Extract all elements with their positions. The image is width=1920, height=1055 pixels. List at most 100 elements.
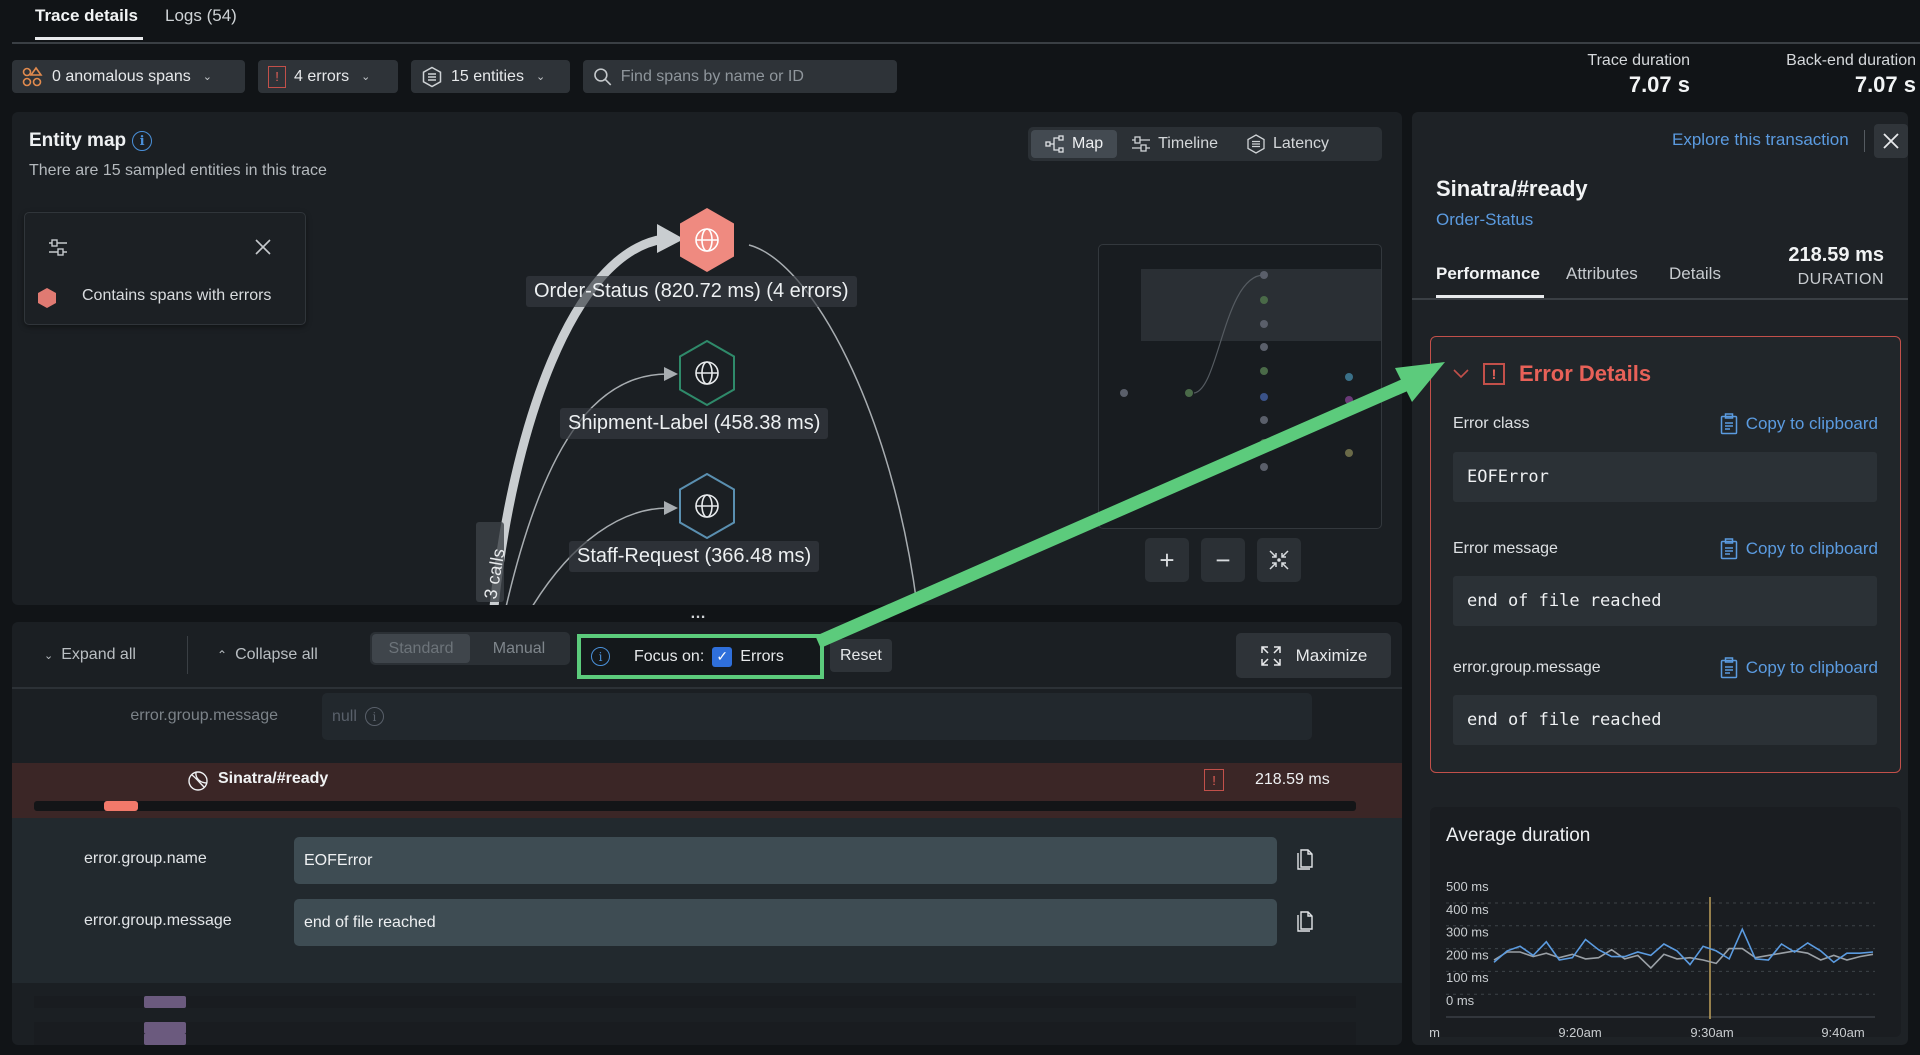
toolbar-divider bbox=[187, 636, 188, 674]
attribute-row-dimmed: error.group.message null i bbox=[12, 689, 1402, 744]
average-duration-title: Average duration bbox=[1446, 825, 1591, 846]
minimap[interactable] bbox=[1098, 244, 1382, 529]
errors-checkbox[interactable]: ✓ bbox=[712, 646, 733, 667]
collapse-all-button[interactable]: ⌃ Collapse all bbox=[217, 646, 318, 664]
info-icon[interactable]: i bbox=[364, 707, 384, 726]
zoom-in-button[interactable]: + bbox=[1145, 538, 1189, 582]
clipboard-icon bbox=[1720, 538, 1737, 560]
attribute-value[interactable]: end of file reached bbox=[294, 899, 1277, 946]
average-duration-chart: 500 ms 400 ms 300 ms 200 ms 100 ms 0 ms 9:10am… bbox=[1430, 879, 1875, 1037]
x-tick-label: 9:10am bbox=[1430, 1025, 1440, 1037]
node-shipment-label[interactable] bbox=[678, 340, 736, 406]
chevron-up-icon: ⌃ bbox=[217, 648, 228, 662]
attribute-value[interactable]: EOFError bbox=[294, 837, 1277, 884]
entities-filter-label: 15 entities bbox=[451, 67, 524, 85]
fit-view-button[interactable] bbox=[1257, 538, 1301, 582]
span-row[interactable] bbox=[34, 996, 1356, 1008]
attribute-value: null i bbox=[322, 693, 1312, 740]
copy-icon[interactable] bbox=[1295, 847, 1315, 871]
edge-arrowhead bbox=[664, 501, 678, 515]
trace-duration-value: 7.07 s bbox=[1628, 72, 1690, 97]
resize-handle[interactable]: … bbox=[690, 605, 707, 623]
span-list-panel: ⌄ Expand all ⌃ Collapse all Standard Man… bbox=[12, 622, 1402, 1045]
attribute-label: error.group.name bbox=[84, 850, 207, 867]
span-row-selected[interactable]: Sinatra/#ready ! 218.59 ms bbox=[12, 763, 1402, 818]
copy-label: Copy to clipboard bbox=[1745, 414, 1878, 433]
span-timeline-bar bbox=[144, 1033, 186, 1045]
span-attributes: error.group.name EOFError error.group.me… bbox=[12, 818, 1402, 983]
span-search[interactable] bbox=[583, 60, 897, 93]
focus-errors-label: Errors bbox=[740, 647, 784, 665]
header-separator bbox=[1864, 130, 1865, 152]
expand-all-label: Expand all bbox=[61, 646, 136, 663]
chevron-down-icon: ⌄ bbox=[361, 71, 371, 83]
copy-label: Copy to clipboard bbox=[1745, 539, 1878, 558]
y-tick-label: 500 ms bbox=[1446, 879, 1489, 894]
trace-duration-label: Trace duration bbox=[1587, 52, 1690, 69]
entity-link[interactable]: Order-Status bbox=[1436, 210, 1533, 230]
tabs-divider bbox=[12, 42, 1920, 44]
clipboard-icon bbox=[1720, 657, 1737, 679]
span-title: Sinatra/#ready bbox=[1436, 176, 1588, 201]
copy-error-group-message-button[interactable]: Copy to clipboard bbox=[1720, 657, 1878, 679]
close-icon bbox=[1883, 133, 1899, 149]
mode-toggle: Standard Manual bbox=[370, 632, 570, 665]
entities-filter[interactable]: 15 entities ⌄ bbox=[411, 60, 570, 93]
edge-arrowhead bbox=[664, 367, 678, 381]
anomalous-spans-label: 0 anomalous spans bbox=[52, 67, 191, 85]
duration-label: DURATION bbox=[1797, 271, 1884, 288]
search-icon bbox=[594, 67, 612, 85]
span-row[interactable] bbox=[34, 1033, 1356, 1045]
attribute-label: error.group.message bbox=[130, 707, 278, 724]
duration-value: 218.59 ms bbox=[1788, 244, 1884, 266]
error-icon: ! bbox=[1204, 769, 1224, 791]
tab-attributes[interactable]: Attributes bbox=[1566, 264, 1638, 284]
explore-transaction-link[interactable]: Explore this transaction bbox=[1672, 130, 1849, 150]
errors-filter[interactable]: ! 4 errors ⌄ bbox=[258, 60, 398, 93]
x-tick-label: 9:30am bbox=[1690, 1025, 1733, 1037]
search-input[interactable] bbox=[620, 67, 887, 86]
copy-error-message-button[interactable]: Copy to clipboard bbox=[1720, 538, 1878, 560]
tab-trace-details[interactable]: Trace details bbox=[35, 6, 138, 26]
zoom-out-button[interactable]: − bbox=[1201, 538, 1245, 582]
node-label-shipment-label: Shipment-Label (458.38 ms) bbox=[560, 408, 829, 439]
tab-details[interactable]: Details bbox=[1669, 264, 1721, 284]
error-message-value: end of file reached bbox=[1453, 576, 1877, 626]
tab-performance[interactable]: Performance bbox=[1436, 264, 1540, 284]
y-tick-label: 400 ms bbox=[1446, 902, 1489, 917]
node-label-order-status: Order-Status (820.72 ms) (4 errors) bbox=[526, 276, 857, 307]
node-label-staff-request: Staff-Request (366.48 ms) bbox=[569, 541, 820, 572]
backend-duration-value: 7.07 s bbox=[1854, 72, 1916, 97]
span-name: Sinatra/#ready bbox=[218, 770, 329, 787]
chevron-down-icon: ⌄ bbox=[535, 71, 546, 83]
average-duration-card: Average duration 500 ms 400 ms 300 ms 200 m… bbox=[1430, 807, 1901, 1037]
chevron-down-icon bbox=[1453, 369, 1469, 379]
entity-map-panel: Entity map i There are 15 sampled entiti… bbox=[12, 112, 1402, 605]
reset-button[interactable]: Reset bbox=[830, 639, 892, 672]
copy-error-class-button[interactable]: Copy to clipboard bbox=[1720, 413, 1878, 435]
copy-label: Copy to clipboard bbox=[1745, 658, 1878, 677]
maximize-button[interactable]: Maximize bbox=[1236, 633, 1391, 678]
info-icon[interactable]: i bbox=[591, 647, 610, 666]
attribute-label: error.group.message bbox=[84, 912, 232, 929]
collapse-all-label: Collapse all bbox=[235, 646, 318, 663]
expand-all-button[interactable]: ⌄ Expand all bbox=[44, 646, 136, 664]
error-details-header[interactable]: ! Error Details bbox=[1453, 361, 1651, 387]
attribute-value-text: null bbox=[332, 707, 357, 725]
collapse-arrows-icon bbox=[1269, 550, 1289, 570]
error-icon: ! bbox=[1483, 363, 1505, 385]
node-staff-request[interactable] bbox=[678, 473, 736, 539]
minus-icon: − bbox=[1215, 544, 1231, 575]
x-tick-label: 9:20am bbox=[1558, 1025, 1601, 1037]
y-tick-label: 0 ms bbox=[1446, 993, 1475, 1008]
node-order-status[interactable] bbox=[678, 207, 736, 273]
mode-standard[interactable]: Standard bbox=[372, 634, 470, 663]
mode-manual[interactable]: Manual bbox=[470, 634, 568, 663]
copy-icon[interactable] bbox=[1295, 909, 1315, 933]
close-panel-button[interactable] bbox=[1874, 124, 1908, 158]
tab-logs[interactable]: Logs (54) bbox=[165, 6, 237, 26]
span-timeline-bar bbox=[144, 996, 186, 1008]
anomalous-spans-filter[interactable]: 0 anomalous spans ⌄ bbox=[12, 60, 245, 93]
chevron-down-icon: ⌄ bbox=[44, 649, 54, 662]
span-timeline-track bbox=[34, 801, 1356, 811]
